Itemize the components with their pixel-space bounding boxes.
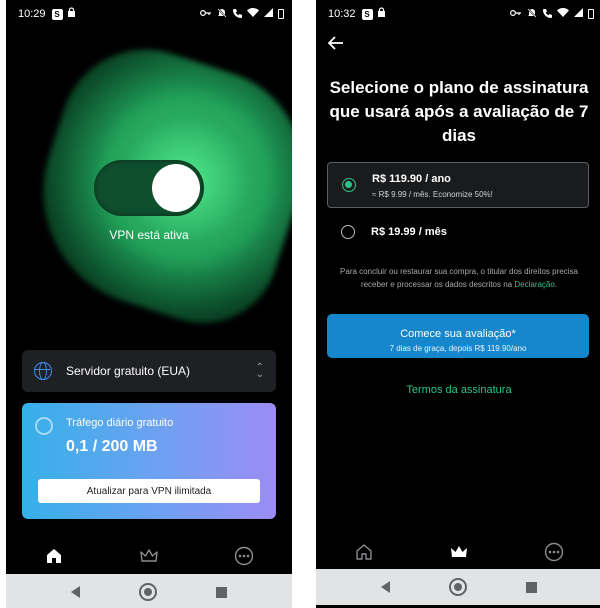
call-icon bbox=[232, 8, 242, 21]
nav-more-icon[interactable] bbox=[539, 537, 569, 567]
mute-icon bbox=[527, 7, 537, 21]
call-icon bbox=[542, 8, 552, 21]
mute-icon bbox=[217, 7, 227, 21]
vpn-home-screen: 10:29 S VPN está ativa Servidor gratuito… bbox=[6, 0, 292, 608]
declaration-link[interactable]: Declaração bbox=[514, 280, 554, 289]
system-nav-bar bbox=[6, 574, 292, 608]
trial-button-subtitle: 7 dias de graça, depois R$ 119.90/ano bbox=[389, 344, 527, 353]
lock-notification-icon bbox=[377, 7, 386, 21]
system-back-icon[interactable] bbox=[71, 586, 81, 598]
plan-option-monthly[interactable]: R$ 19.99 / mês bbox=[327, 216, 589, 252]
status-bar: 10:32 S bbox=[316, 0, 600, 28]
plan-option-annual[interactable]: R$ 119.90 / ano ≈ R$ 9.99 / mês. Economi… bbox=[327, 162, 589, 208]
status-bar: 10:29 S bbox=[6, 0, 292, 28]
bottom-nav bbox=[316, 532, 600, 572]
vpn-key-icon bbox=[509, 9, 522, 20]
vpn-toggle-knob[interactable] bbox=[152, 164, 200, 212]
radio-unselected-icon[interactable] bbox=[341, 225, 355, 239]
start-trial-button[interactable]: Comece sua avaliação* 7 dias de graça, d… bbox=[327, 314, 589, 358]
globe-icon bbox=[34, 362, 52, 380]
plan-price: R$ 119.90 / ano bbox=[372, 173, 451, 185]
back-arrow-icon[interactable] bbox=[327, 36, 348, 54]
nav-crown-icon[interactable] bbox=[134, 541, 164, 571]
battery-icon bbox=[588, 9, 594, 19]
vpn-toggle[interactable] bbox=[94, 160, 204, 216]
traffic-card: Tráfego diário gratuito 0,1 / 200 MB Atu… bbox=[22, 403, 276, 519]
app-notification-icon: S bbox=[51, 8, 63, 20]
nav-home-icon[interactable] bbox=[349, 537, 379, 567]
upgrade-button[interactable]: Atualizar para VPN ilimitada bbox=[38, 479, 260, 503]
legal-end: . bbox=[554, 280, 558, 289]
server-label: Servidor gratuito (EUA) bbox=[66, 364, 191, 378]
status-time: 10:32 bbox=[328, 8, 356, 20]
status-time: 10:29 bbox=[18, 8, 46, 20]
legal-notice: Para concluir ou restaurar sua compra, o… bbox=[330, 265, 588, 291]
traffic-title: Tráfego diário gratuito bbox=[66, 417, 174, 429]
subscription-terms-link[interactable]: Termos da assinatura bbox=[316, 384, 600, 396]
wifi-icon bbox=[557, 8, 569, 20]
subscription-screen: 10:32 S Selecione o plano de assinatura … bbox=[316, 0, 600, 608]
traffic-value: 0,1 / 200 MB bbox=[66, 438, 158, 455]
plan-price: R$ 19.99 / mês bbox=[371, 226, 447, 238]
vpn-status-label: VPN está ativa bbox=[109, 228, 189, 242]
server-selector[interactable]: Servidor gratuito (EUA) ⌃ ⌄ bbox=[22, 350, 276, 392]
battery-icon bbox=[278, 9, 284, 19]
vpn-key-icon bbox=[199, 9, 212, 20]
system-home-icon[interactable] bbox=[138, 583, 157, 601]
system-back-icon[interactable] bbox=[381, 581, 391, 593]
wifi-icon bbox=[247, 8, 259, 20]
lock-notification-icon bbox=[67, 7, 76, 21]
system-recents-icon[interactable] bbox=[525, 581, 537, 593]
system-recents-icon[interactable] bbox=[215, 586, 227, 598]
nav-home-icon[interactable] bbox=[39, 541, 69, 571]
plan-heading: Selecione o plano de assinatura que usar… bbox=[329, 78, 589, 145]
nav-more-icon[interactable] bbox=[229, 541, 259, 571]
radio-selected-icon[interactable] bbox=[342, 178, 356, 192]
app-notification-icon: S bbox=[361, 8, 373, 20]
traffic-progress-ring bbox=[35, 417, 53, 435]
plan-subtitle: ≈ R$ 9.99 / mês. Economize 50%! bbox=[372, 190, 493, 199]
trial-button-title: Comece sua avaliação* bbox=[400, 328, 516, 340]
chevron-up-down-icon: ⌃ ⌄ bbox=[255, 362, 264, 380]
system-home-icon[interactable] bbox=[448, 578, 467, 596]
bottom-nav bbox=[6, 536, 292, 576]
signal-icon bbox=[574, 8, 583, 20]
nav-crown-icon[interactable] bbox=[444, 537, 474, 567]
system-nav-bar bbox=[316, 569, 600, 605]
signal-icon bbox=[264, 8, 273, 20]
